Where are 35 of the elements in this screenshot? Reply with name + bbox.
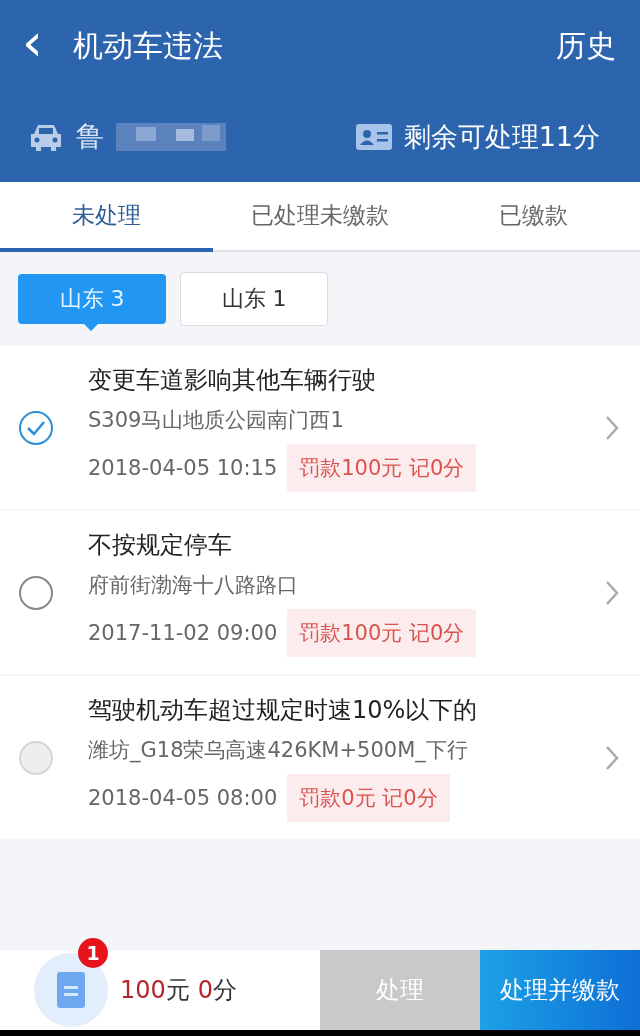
violation-title: 驾驶机动车超过规定时速10%以下的	[88, 694, 479, 726]
penalty-tag: 罚款100元 记0分	[287, 443, 477, 492]
pay-button[interactable]: 处理并缴款	[480, 950, 640, 1030]
violation-title: 变更车道影响其他车辆行驶	[88, 364, 377, 396]
status-tab[interactable]: 已处理未缴款	[213, 182, 427, 252]
fine-amount: 100	[120, 976, 166, 1004]
status-tab[interactable]: 未处理	[0, 182, 214, 252]
page-title: 机动车违法	[72, 26, 224, 65]
back-button[interactable]: ‹	[22, 16, 49, 76]
checkmark-icon	[26, 419, 46, 436]
remaining-points: 剩余可处理11分	[403, 120, 600, 154]
violation-time: 2018-04-05 08:00	[88, 785, 278, 810]
violation-time: 2018-04-05 10:15	[88, 455, 278, 480]
chip-pointer-icon	[84, 324, 98, 331]
violation-row[interactable]: 不按规定停车 府前街渤海十八路路口 2017-11-02 09:00 罚款100元 记0分	[0, 511, 640, 674]
violation-title: 不按规定停车	[88, 529, 233, 561]
penalty-tag: 罚款100元 记0分	[287, 608, 477, 657]
status-tab[interactable]: 已缴款	[426, 182, 640, 252]
car-icon	[28, 122, 64, 152]
select-radio[interactable]	[19, 410, 53, 445]
points-unit: 分	[213, 975, 238, 1006]
violation-time: 2017-11-02 09:00	[88, 620, 278, 645]
amount-unit: 元	[165, 975, 190, 1006]
violation-location: S309马山地质公园南门西1	[88, 406, 345, 434]
region-chip[interactable]: 山东 1	[180, 272, 328, 326]
points-amount: 0	[197, 976, 214, 1004]
plate-number: 鲁	[76, 119, 104, 155]
count-badge: 1	[78, 938, 108, 968]
violation-location: 府前街渤海十八路路口	[88, 571, 299, 599]
violation-location: 潍坊_G18荣乌高速426KM+500M_下行	[88, 736, 469, 764]
select-radio[interactable]	[19, 575, 53, 610]
violation-row[interactable]: 变更车道影响其他车辆行驶 S309马山地质公园南门西1 2018-04-05 10:15 罚款100元 记0分	[0, 346, 640, 509]
id-card-icon	[355, 124, 392, 150]
history-button[interactable]: 历史	[556, 25, 616, 67]
penalty-tag: 罚款0元 记0分	[287, 773, 450, 822]
